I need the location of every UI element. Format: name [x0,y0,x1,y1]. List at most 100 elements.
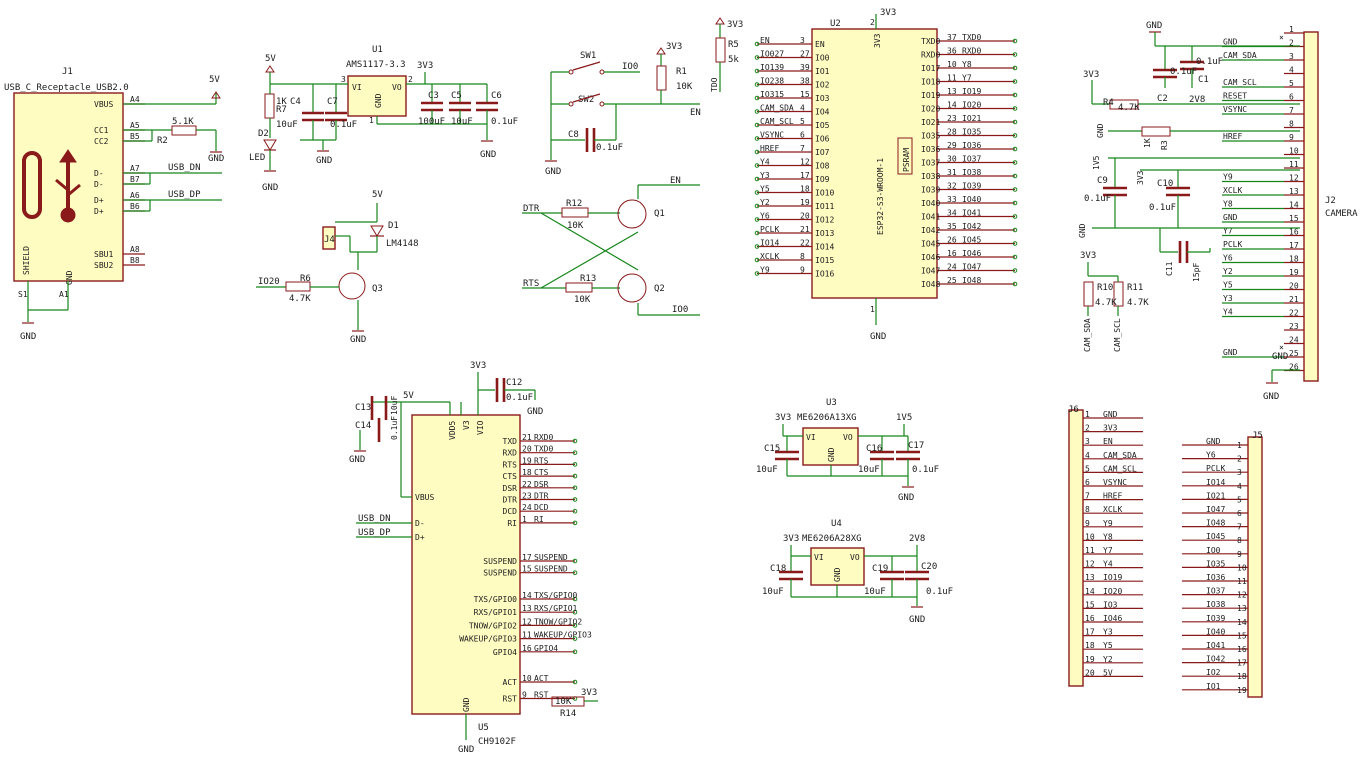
r12-ref: R12 [566,199,582,209]
camera-pin-num: 7 [1289,106,1294,115]
out-cap-gnd: GND [480,150,496,160]
camera-pin-num: 4 [1289,66,1294,75]
esp-left-pin-name: IO10 [815,189,834,198]
esp-right-net: Y7 [962,74,972,83]
c2-ref: C2 [1157,94,1168,104]
ldo-ref: U1 [372,45,383,55]
ch-pin-net: WAKEUP/GPIO3 [534,631,592,640]
camera-pin-num: 18 [1289,255,1299,264]
reg13-vo: VO [843,433,853,442]
r14-3v3: 3V3 [581,688,597,698]
camera-net-label: Y9 [1223,173,1233,182]
r2-gnd: GND [208,154,224,164]
esp-left-pin-name: IO11 [815,202,834,211]
esp-right-net: IO46 [962,249,981,258]
esp-left-net: EN [760,36,770,45]
ch-pin-net: RI [534,515,544,524]
j5-pin-label: IO14 [1206,478,1225,487]
camera-pin-num: 17 [1289,241,1299,250]
ch-pin-name: DSR [503,484,518,493]
j6-pin-num: 3 [1085,437,1090,446]
reg28-vo: VO [850,553,860,562]
reg28-gnd-sym: GND [909,615,925,625]
j6-pin-label: 5V [1103,668,1113,677]
ch-pin-net: DCD [534,503,549,512]
usb-s1: S1 [18,290,28,299]
camera-ref: J2 [1325,196,1336,206]
led-gnd: GND [262,183,278,193]
j5-pin-num: 9 [1237,550,1242,559]
ch9102-ref: U5 [478,723,489,733]
camera-net-label: PCLK [1223,240,1242,249]
ch-pin-net: CTS [534,468,549,477]
ldo-vo: VO [392,83,402,92]
r1-value: 10K [676,82,693,92]
camera-net-label: Y3 [1223,294,1233,303]
r14-value: 10K [555,697,572,707]
ldo-pin-vo: 2 [408,75,413,84]
esp-left-pin-name: EN [815,40,825,49]
camera-pin-num: 6 [1289,93,1294,102]
esp-right-net: IO45 [962,236,981,245]
no-connect-icon: × [1279,33,1284,42]
j6-pin-num: 17 [1085,628,1095,637]
boot-reset-switches: SW1 10K IO0 SW2 GND C8 0.1uF EN 3V3 R1 1… [545,17,743,177]
esp-right-pin-num: 24 [947,263,957,272]
c9-ref: C9 [1097,176,1108,186]
esp-left-pin-name: IO2 [815,81,830,90]
ch-pin-num: 18 [522,468,532,477]
j5-ref: J5 [1252,431,1263,441]
c15-value: 10uF [756,465,778,475]
c17-ref: C17 [908,441,924,451]
reg13-vi: VI [806,433,816,442]
esp-left-pin-name: IO4 [815,108,830,117]
r11-ref: R11 [1127,283,1143,293]
c12-gnd: GND [527,407,543,417]
esp-psram: PSRAM [902,148,911,172]
esp-pin-bottom: 1 [870,305,875,314]
usb-pin-name: CC1 [94,126,109,135]
j5-pin-num: 17 [1237,659,1247,668]
usb-value: USB_C_Receptacle_USB2.0 [4,83,129,93]
esp-right-pin-name: IO21 [921,118,940,127]
j6-pin-label: Y4 [1103,560,1113,569]
esp-left-pin-num: 18 [800,185,810,194]
usb-pin-num: A7 [130,164,140,173]
usb-shield-label: SHIELD [22,246,31,275]
ch-pin-net: RXD0 [534,433,553,442]
ch-pin-net: DSR [534,480,549,489]
c18-ref: C18 [770,564,786,574]
j5-pin-label: IO35 [1206,559,1225,568]
esp-right-pin-name: IO39 [921,186,940,195]
j6-pin-num: 4 [1085,451,1090,460]
ch-pin-num: 13 [522,604,532,613]
camera-pin-num: 25 [1289,349,1299,358]
camera-net-label: Y4 [1223,308,1233,317]
ldo-output-caps: GND C3 100uF C5 10uF C6 0.1uF [418,84,518,160]
esp-right-net: IO39 [962,182,981,191]
j5-pin-num: 18 [1237,672,1247,681]
ch-pin-name: RST [503,695,518,704]
camera-net-label: Y8 [1223,200,1233,209]
esp-left-pin-name: IO5 [815,121,830,130]
esp-right-net: IO19 [962,87,981,96]
c20-ref: C20 [921,562,937,572]
usb-gnd: GND [20,332,36,342]
camera-pin-num: 12 [1289,174,1299,183]
ch-pin-net: TXS/GPIO0 [534,591,578,600]
esp-ref: U2 [830,19,841,29]
ch-pin-num: 16 [522,644,532,653]
j6-ref: J6 [1068,405,1079,415]
esp-right-net: IO35 [962,128,981,137]
q3-gnd: GND [350,335,366,345]
ch-pin-num: 11 [522,631,532,640]
c7-ref: C7 [327,97,338,107]
esp-right-net: IO21 [962,114,981,123]
ldo-u1: U1 AMS1117-3.3 VI VO GND [346,45,407,117]
esp-right-pin-name: IO20 [921,105,940,114]
c11-ref: C11 [1165,261,1174,276]
ldo-pin-gnd: 1 [369,116,374,125]
camera-pin-num: 20 [1289,282,1299,291]
esp-right-net: IO36 [962,141,981,150]
c11-value: 15pF [1192,263,1201,282]
